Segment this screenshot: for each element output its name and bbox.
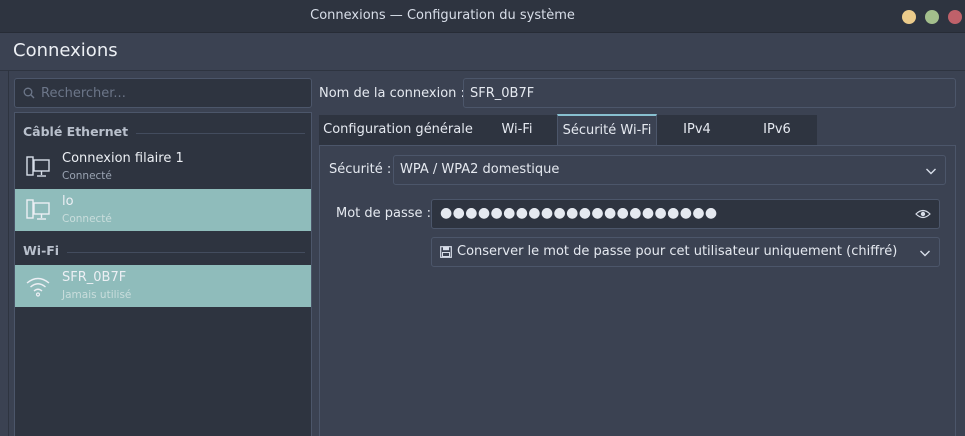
chevron-down-icon <box>920 250 930 257</box>
show-password-icon[interactable] <box>915 208 931 220</box>
tab-ipv4[interactable]: IPv4 <box>657 115 737 145</box>
connection-name: Connexion filaire 1 <box>62 151 184 166</box>
search-box[interactable] <box>14 78 312 108</box>
wired-network-icon <box>26 156 50 177</box>
window-edge <box>8 71 9 436</box>
connection-status: Connecté <box>62 213 112 225</box>
list-item-connexion-filaire-1[interactable]: Connexion filaire 1 Connecté <box>15 146 311 188</box>
security-label: Sécurité : <box>329 162 392 177</box>
list-item-lo[interactable]: lo Connecté <box>15 189 311 231</box>
tab-configuration-generale[interactable]: Configuration générale <box>319 115 477 145</box>
search-icon <box>23 87 35 99</box>
security-select[interactable]: WPA / WPA2 domestique <box>393 155 946 185</box>
password-storage-value: Conserver le mot de passe pour cet utili… <box>457 244 898 259</box>
password-field[interactable]: ●●●●●●●●●●●●●●●●●●●●●● <box>431 199 940 229</box>
security-value: WPA / WPA2 domestique <box>400 162 560 177</box>
connection-status: Jamais utilisé <box>62 289 132 301</box>
connection-status: Connecté <box>62 170 112 182</box>
close-button[interactable] <box>948 10 962 24</box>
section-header-wifi: Wi-Fi <box>23 243 305 263</box>
wired-network-icon <box>26 199 50 220</box>
wifi-icon <box>26 277 50 297</box>
connection-name: lo <box>62 194 74 209</box>
password-label: Mot de passe : <box>336 206 432 221</box>
list-item-sfr-0b7f[interactable]: SFR_0B7F Jamais utilisé <box>15 265 311 307</box>
title-bar: Connexions — Configuration du système <box>0 0 965 33</box>
maximize-button[interactable] <box>925 10 939 24</box>
password-mask: ●●●●●●●●●●●●●●●●●●●●●● <box>440 205 718 221</box>
connection-name-label: Nom de la connexion : <box>319 86 465 101</box>
search-input[interactable] <box>41 79 306 107</box>
tab-ipv6[interactable]: IPv6 <box>737 115 817 145</box>
tab-wifi[interactable]: Wi-Fi <box>477 115 557 145</box>
window-title: Connexions — Configuration du système <box>310 8 575 23</box>
tab-securite-wifi[interactable]: Sécurité Wi-Fi <box>557 114 657 146</box>
minimize-button[interactable] <box>902 10 916 24</box>
connection-name-field[interactable] <box>463 78 956 108</box>
chevron-down-icon <box>926 168 936 175</box>
tab-bar: Configuration générale Wi-Fi Sécurité Wi… <box>319 114 817 146</box>
password-storage-select[interactable]: Conserver le mot de passe pour cet utili… <box>431 237 940 267</box>
security-panel <box>319 145 956 436</box>
section-header-ethernet: Câblé Ethernet <box>23 124 305 144</box>
section-label: Wi-Fi <box>23 243 68 258</box>
section-label: Câblé Ethernet <box>23 124 137 139</box>
connection-name: SFR_0B7F <box>62 270 127 285</box>
connection-list[interactable]: Câblé Ethernet Connexion filaire 1 Conne… <box>14 112 312 436</box>
page-title: Connexions <box>13 40 118 61</box>
connection-name-input[interactable] <box>470 79 940 107</box>
floppy-disk-icon <box>440 246 452 258</box>
page-header: Connexions <box>0 33 965 71</box>
